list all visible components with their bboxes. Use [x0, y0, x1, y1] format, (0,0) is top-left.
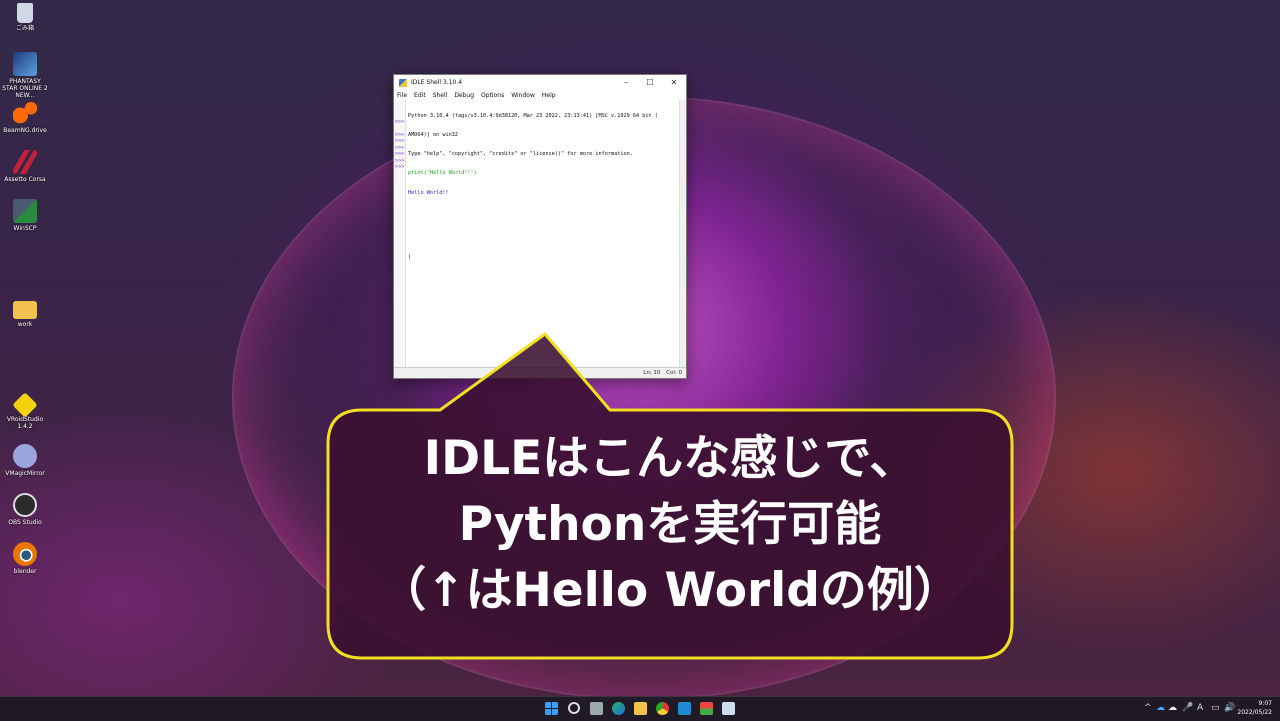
prompt: >>> — [395, 138, 405, 145]
desktop-icon-beamng[interactable]: BeamNG.drive — [2, 101, 48, 134]
minimize-button[interactable]: – — [614, 78, 638, 87]
desktop-icon-label: work — [17, 321, 33, 328]
font-icon[interactable]: A — [1197, 703, 1203, 713]
desktop-icon-label: blender — [13, 568, 37, 575]
menu-bar: File Edit Shell Debug Options Window Hel… — [394, 90, 686, 100]
clock-time: 9:07 — [1258, 700, 1272, 707]
menu-file[interactable]: File — [397, 92, 407, 99]
python-icon — [399, 78, 407, 87]
onedrive-icon[interactable]: ☁ — [1168, 703, 1177, 713]
code-line: print('Hello World!!') — [408, 170, 477, 177]
vscode-icon[interactable] — [678, 702, 691, 715]
desktop-icon-recycle-bin[interactable]: ごみ箱 — [2, 3, 48, 32]
prompt: >>> — [395, 119, 405, 126]
microphone-icon[interactable]: 🎤 — [1182, 703, 1193, 713]
banner-line: AMD64)] on win32 — [408, 132, 458, 139]
prompt-column: >>> >>> >>> >>> >>> >>> >>> — [395, 100, 404, 170]
prompt: >>> — [395, 164, 405, 171]
desktop-icon-label: VRoidStudio 1.4.2 — [6, 416, 44, 430]
windows-start-icon[interactable] — [545, 702, 558, 715]
desktop-icon-label: OBS Studio — [8, 519, 42, 526]
callout-line-1: IDLEはこんな感じで、 — [423, 431, 917, 486]
store-icon[interactable] — [700, 702, 713, 715]
idle-shell-window[interactable]: IDLE Shell 3.10.4 – ☐ ✕ File Edit Shell … — [393, 74, 687, 379]
text-cursor: | — [408, 253, 412, 260]
callout-line-2: Pythonを実行可能 — [458, 497, 882, 552]
taskbar: ^ ☁ ☁ 🎤 A ▭ 🔊 9:07 2022/05/22 — [0, 696, 1280, 721]
beamng-icon — [13, 101, 37, 125]
notepad-icon[interactable] — [722, 702, 735, 715]
menu-help[interactable]: Help — [542, 92, 556, 99]
callout-line-3: （↑はHello Worldの例） — [379, 563, 961, 618]
desktop-icon-label: PHANTASY STAR ONLINE 2 NEW... — [2, 78, 48, 99]
search-icon[interactable] — [568, 702, 580, 714]
shell-text-area[interactable]: >>> >>> >>> >>> >>> >>> >>> Python 3.10.… — [394, 100, 686, 368]
winscp-icon — [13, 199, 37, 223]
assetto-corsa-icon — [13, 150, 37, 174]
desktop-icon-label: ごみ箱 — [15, 25, 34, 32]
onedrive-icon[interactable]: ☁ — [1156, 703, 1165, 713]
menu-window[interactable]: Window — [511, 92, 535, 99]
shell-output: Python 3.10.4 (tags/v3.10.4:9d38120, Mar… — [408, 100, 678, 273]
obs-icon — [13, 493, 37, 517]
banner-line: Type "help", "copyright", "credits" or "… — [408, 151, 633, 158]
clock-date: 2022/05/22 — [1237, 709, 1272, 716]
file-explorer-icon[interactable] — [634, 702, 647, 715]
menu-options[interactable]: Options — [481, 92, 504, 99]
folder-icon — [13, 301, 37, 319]
status-bar: Ln: 10 Col: 0 — [394, 367, 686, 378]
chevron-up-icon[interactable]: ^ — [1144, 703, 1152, 713]
vertical-scrollbar[interactable] — [679, 100, 686, 368]
desktop-icon-label: BeamNG.drive — [3, 127, 47, 134]
task-view-icon[interactable] — [590, 702, 603, 715]
menu-edit[interactable]: Edit — [414, 92, 426, 99]
window-titlebar[interactable]: IDLE Shell 3.10.4 – ☐ ✕ — [394, 75, 686, 90]
monitor-icon[interactable]: ▭ — [1211, 703, 1220, 713]
window-title: IDLE Shell 3.10.4 — [411, 79, 463, 86]
taskbar-clock[interactable]: 9:07 2022/05/22 — [1237, 699, 1272, 717]
desktop-icon-label: WinSCP — [13, 225, 37, 232]
callout-text: IDLEはこんな感じで、 Pythonを実行可能 （↑はHello Worldの… — [330, 414, 1010, 654]
vroid-icon — [12, 392, 38, 418]
desktop-icon-vroid[interactable]: VRoidStudio 1.4.2 — [2, 392, 48, 430]
desktop-icon-blender[interactable]: blender — [2, 542, 48, 575]
desktop-icon-vmagicmirror[interactable]: VMagicMirror — [2, 444, 48, 477]
desktop-icon-winscp[interactable]: WinSCP — [2, 199, 48, 232]
maximize-button[interactable]: ☐ — [638, 78, 662, 87]
output-line: Hello World!! — [408, 189, 449, 196]
speaker-icon[interactable]: 🔊 — [1224, 703, 1235, 713]
desktop-icon-label: VMagicMirror — [5, 470, 45, 477]
pso2-icon — [13, 52, 37, 76]
prompt: >>> — [395, 151, 405, 158]
menu-debug[interactable]: Debug — [454, 92, 474, 99]
desktop-icon-assetto-corsa[interactable]: Assetto Corsa — [2, 150, 48, 183]
vmagicmirror-icon — [13, 444, 37, 468]
recycle-bin-icon — [17, 3, 33, 23]
desktop-icon-label: Assetto Corsa — [4, 176, 46, 183]
chrome-icon[interactable] — [656, 702, 669, 715]
close-button[interactable]: ✕ — [662, 78, 686, 87]
desktop-icon-obs[interactable]: OBS Studio — [2, 493, 48, 526]
banner-line: Python 3.10.4 (tags/v3.10.4:9d38120, Mar… — [408, 112, 658, 119]
edge-icon[interactable] — [612, 702, 625, 715]
menu-shell[interactable]: Shell — [433, 92, 448, 99]
blender-icon — [13, 542, 37, 566]
column-number: Col: 0 — [666, 370, 682, 376]
desktop-icon-pso2[interactable]: PHANTASY STAR ONLINE 2 NEW... — [2, 52, 48, 99]
line-number: Ln: 10 — [643, 370, 661, 376]
desktop-icon-work-folder[interactable]: work — [2, 298, 48, 328]
